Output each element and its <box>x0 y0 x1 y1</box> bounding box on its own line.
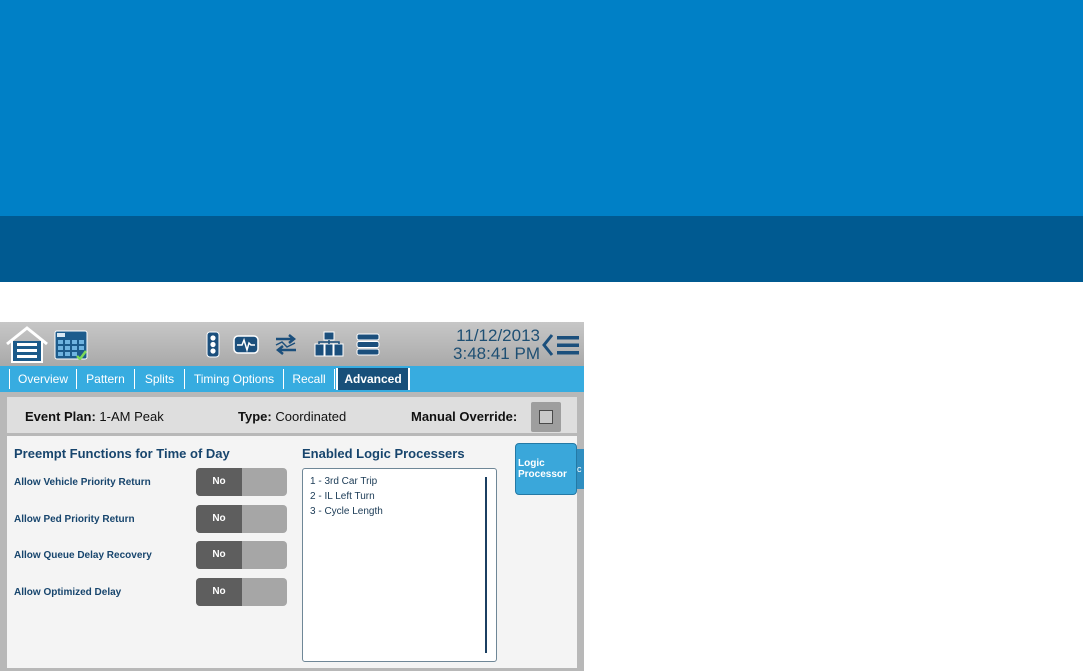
tab-pattern[interactable]: Pattern <box>76 369 134 389</box>
logic-processor-button[interactable]: Logic Processor <box>515 443 577 495</box>
queue-delay-recovery-toggle[interactable]: No <box>196 541 287 569</box>
logic-processor-list[interactable]: 1 - 3rd Car Trip 2 - IL Left Turn 3 - Cy… <box>302 468 497 662</box>
toggle-value: No <box>196 578 242 606</box>
signal-head-icon[interactable] <box>200 331 226 358</box>
toggle-value: No <box>196 505 242 533</box>
optimized-delay-toggle[interactable]: No <box>196 578 287 606</box>
time-text: 3:48:41 PM <box>453 344 540 363</box>
vehicle-priority-return-toggle[interactable]: No <box>196 468 287 496</box>
tab-recall[interactable]: Recall <box>283 369 335 389</box>
event-plan-value: 1-AM Peak <box>99 409 164 424</box>
list-scrollbar[interactable] <box>485 477 487 653</box>
checkbox-box <box>539 410 553 424</box>
list-item[interactable]: 2 - IL Left Turn <box>310 491 375 502</box>
preempt-row-label: Allow Vehicle Priority Return <box>14 477 151 488</box>
preempt-row-label: Allow Ped Priority Return <box>14 514 135 525</box>
logic-processors-title: Enabled Logic Processers <box>302 446 465 461</box>
event-plan-bar: Event Plan: 1-AM Peak Type: Coordinated … <box>7 397 577 433</box>
list-item[interactable]: 1 - 3rd Car Trip <box>310 476 377 487</box>
top-toolbar: 11/12/2013 3:48:41 PM <box>0 322 584 366</box>
type-field: Type: Coordinated <box>238 409 346 424</box>
tab-timing-options[interactable]: Timing Options <box>184 369 283 389</box>
preempt-row-label: Allow Optimized Delay <box>14 587 122 598</box>
header-banner <box>0 0 1083 216</box>
manual-override-label: Manual Override: <box>411 409 518 424</box>
header-banner-strip <box>0 216 1083 282</box>
home-menu-icon[interactable] <box>5 326 49 364</box>
type-label: Type: <box>238 409 272 424</box>
preempt-row-label: Allow Queue Delay Recovery <box>14 550 152 561</box>
list-item[interactable]: 3 - Cycle Length <box>310 506 383 517</box>
date-time-display: 11/12/2013 3:48:41 PM <box>440 327 540 363</box>
ped-priority-return-toggle[interactable]: No <box>196 505 287 533</box>
event-plan-field: Event Plan: 1-AM Peak <box>25 409 164 424</box>
controller-grid-icon[interactable] <box>54 330 88 360</box>
tab-advanced[interactable]: Advanced <box>336 368 410 390</box>
preempt-section-title: Preempt Functions for Time of Day <box>14 446 230 461</box>
type-value: Coordinated <box>275 409 347 424</box>
list-icon[interactable] <box>355 331 381 358</box>
tab-bar: Overview Pattern Splits Timing Options R… <box>0 366 584 392</box>
coordination-arrows-icon[interactable] <box>273 331 299 358</box>
logic-processor-button-line1: Logic <box>518 458 545 469</box>
manual-override-checkbox[interactable] <box>531 402 561 432</box>
tab-overview[interactable]: Overview <box>9 369 76 389</box>
tab-splits[interactable]: Splits <box>134 369 184 389</box>
waveform-icon[interactable] <box>233 331 259 358</box>
toggle-value: No <box>196 541 242 569</box>
date-text: 11/12/2013 <box>456 326 540 345</box>
logic-processor-side-tab[interactable]: c <box>577 449 584 489</box>
network-icon[interactable] <box>314 331 344 358</box>
event-plan-label: Event Plan: <box>25 409 96 424</box>
back-chevron-menu-icon[interactable] <box>541 332 581 358</box>
toggle-value: No <box>196 468 242 496</box>
logic-processor-button-line2: Processor <box>518 469 567 480</box>
